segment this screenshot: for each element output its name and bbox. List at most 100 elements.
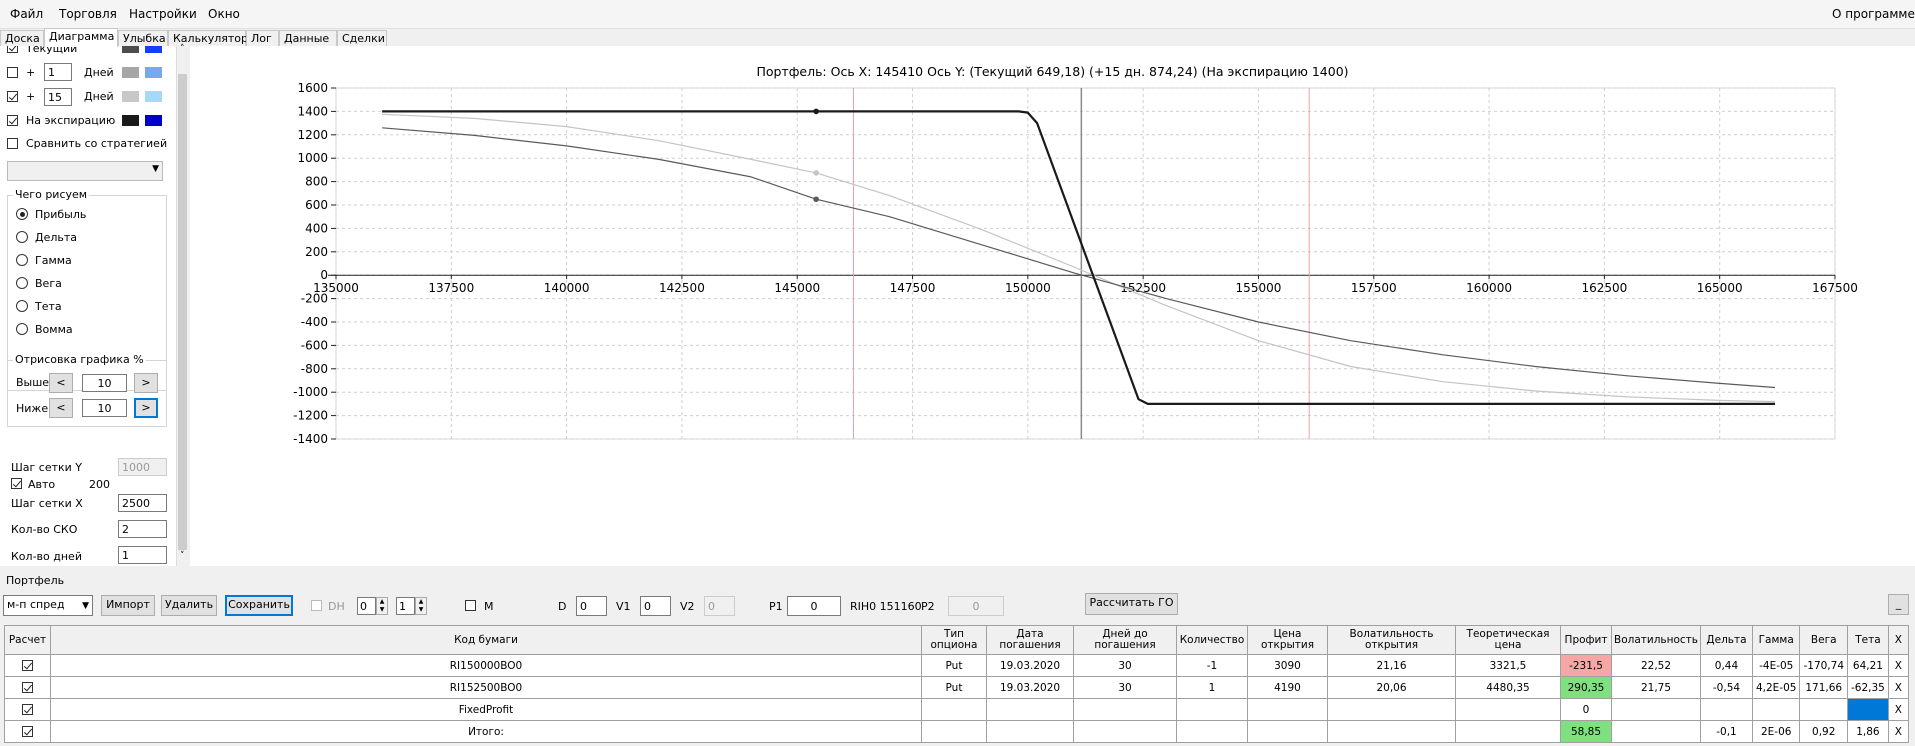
radio-vomma[interactable] [16, 323, 28, 335]
calculate-margin-button[interactable]: Рассчитать ГО [1085, 593, 1178, 615]
current-checkbox[interactable] [7, 46, 18, 53]
plus1-checkbox[interactable] [7, 67, 18, 78]
dh-spin-1-arrows[interactable]: ▲ ▼ [376, 597, 388, 615]
plus1-color-dark[interactable] [122, 67, 139, 78]
header-col-theoretical-price[interactable]: Теоретическая цена [1455, 625, 1561, 655]
header-col-calc[interactable]: Расчет [4, 625, 51, 655]
cell-col-calc[interactable] [4, 698, 51, 721]
tab-board[interactable]: Доска [0, 30, 44, 46]
menu-trade[interactable]: Торговля [59, 7, 117, 21]
tab-log[interactable]: Лог [246, 30, 279, 46]
above-increase-button[interactable]: > [134, 373, 158, 393]
plus2-color-light[interactable] [145, 91, 162, 102]
tab-smile[interactable]: Улыбка [118, 30, 168, 46]
compare-checkbox[interactable] [7, 138, 18, 149]
header-col-quantity[interactable]: Количество [1176, 625, 1248, 655]
days-count-input[interactable] [118, 546, 167, 564]
delete-button[interactable]: Удалить [161, 595, 217, 616]
table-row[interactable]: RI152500BO0 Put 19.03.2020 30 1 4190 20,06 4480… [4, 676, 1909, 699]
d-input[interactable] [576, 596, 607, 616]
header-col-code[interactable]: Код бумаги [50, 625, 922, 655]
below-input[interactable] [82, 399, 127, 417]
import-button[interactable]: Импорт [101, 595, 155, 616]
v2-input[interactable] [704, 596, 735, 616]
strategy-select[interactable]: м-п спред ▼ [3, 595, 93, 616]
v1-input[interactable] [640, 596, 671, 616]
header-col-volatility[interactable]: Волатильность [1611, 625, 1701, 655]
cell-col-remove[interactable]: X [1887, 676, 1909, 699]
calc-checkbox[interactable] [22, 726, 33, 737]
header-col-open-volatility[interactable]: Волатильность открытия [1327, 625, 1456, 655]
header-col-profit[interactable]: Профит [1560, 625, 1612, 655]
cell-col-theoretical-price [1455, 698, 1561, 721]
expiry-color-dark[interactable] [122, 115, 139, 126]
chevron-down-icon[interactable]: ˅ [180, 551, 185, 561]
sko-input[interactable] [118, 520, 167, 538]
header-col-days-to-expiry[interactable]: Дней до погашения [1073, 625, 1177, 655]
header-col-theta[interactable]: Тета [1847, 625, 1889, 655]
header-col-expiry-date[interactable]: Дата погашения [986, 625, 1074, 655]
radio-delta-label: Дельта [35, 231, 78, 244]
m-checkbox[interactable] [465, 600, 476, 611]
radio-profit[interactable] [16, 208, 28, 220]
header-col-remove[interactable]: X [1887, 625, 1909, 655]
menu-window[interactable]: Окно [208, 7, 240, 21]
expiry-color-light[interactable] [145, 115, 162, 126]
radio-delta[interactable] [16, 231, 28, 243]
below-decrease-button[interactable]: < [49, 398, 73, 418]
dh-spin-2-arrows[interactable]: ▲ ▼ [415, 597, 427, 615]
left-panel-scroll-thumb[interactable] [178, 74, 187, 550]
grid-y-input[interactable] [118, 458, 167, 476]
below-increase-button[interactable]: > [134, 398, 158, 418]
radio-vega[interactable] [16, 277, 28, 289]
tab-diagram[interactable]: Диаграмма [44, 28, 118, 47]
cell-col-remove[interactable]: X [1887, 654, 1909, 677]
above-decrease-button[interactable]: < [49, 373, 73, 393]
y-tick-label: 1200 [297, 128, 328, 142]
p2-input[interactable] [948, 596, 1004, 616]
plus1-color-light[interactable] [145, 67, 162, 78]
table-row[interactable]: RI150000BO0 Put 19.03.2020 30 -1 3090 21,16 332… [4, 654, 1909, 677]
menu-about[interactable]: О программе [1832, 7, 1915, 21]
cell-col-remove[interactable]: X [1887, 698, 1909, 721]
cell-col-calc[interactable] [4, 720, 51, 743]
calc-checkbox[interactable] [22, 682, 33, 693]
auto-checkbox[interactable] [11, 478, 22, 489]
plus2-days-input[interactable] [44, 88, 72, 106]
current-color-light[interactable] [145, 46, 162, 53]
header-col-open-price[interactable]: Цена открытия [1247, 625, 1328, 655]
tab-deals[interactable]: Сделки [337, 30, 387, 46]
cell-col-remove[interactable]: X [1887, 720, 1909, 743]
above-input[interactable] [82, 374, 127, 392]
table-row[interactable]: Итого: 58,85 -0,1 2E-06 0,92 1,86 X [4, 720, 1909, 743]
header-col-delta[interactable]: Дельта [1699, 625, 1753, 655]
grid-x-input[interactable] [118, 494, 167, 512]
strategy-compare-select[interactable]: ▼ [7, 161, 163, 181]
header-col-option-type[interactable]: Тип опциона [921, 625, 987, 655]
current-color-dark[interactable] [122, 46, 139, 53]
menu-file[interactable]: Файл [10, 7, 43, 21]
cell-col-calc[interactable] [4, 676, 51, 699]
header-col-gamma[interactable]: Гамма [1751, 625, 1801, 655]
chevron-up-icon[interactable]: ˄ [180, 44, 185, 54]
header-col-vega[interactable]: Вега [1799, 625, 1848, 655]
save-button[interactable]: Сохранить [225, 595, 293, 616]
dh-spin-1[interactable] [357, 597, 376, 615]
plus2-checkbox[interactable] [7, 91, 18, 102]
payoff-chart[interactable]: 16001400120010008006004002000-200-400-60… [190, 46, 1915, 566]
plus1-days-input[interactable] [44, 63, 72, 81]
radio-theta[interactable] [16, 300, 28, 312]
dh-checkbox[interactable] [311, 600, 322, 611]
minimize-button[interactable]: _ [1888, 594, 1909, 615]
calc-checkbox[interactable] [22, 660, 33, 671]
cell-col-calc[interactable] [4, 654, 51, 677]
menu-settings[interactable]: Настройки [129, 7, 197, 21]
expiry-checkbox[interactable] [7, 115, 18, 126]
p1-input[interactable] [787, 596, 841, 616]
table-row[interactable]: FixedProfit 0 X [4, 698, 1909, 721]
dh-spin-2[interactable] [396, 597, 415, 615]
radio-gamma[interactable] [16, 254, 28, 266]
tab-data[interactable]: Данные [279, 30, 337, 46]
calc-checkbox[interactable] [22, 704, 33, 715]
plus2-color-dark[interactable] [122, 91, 139, 102]
